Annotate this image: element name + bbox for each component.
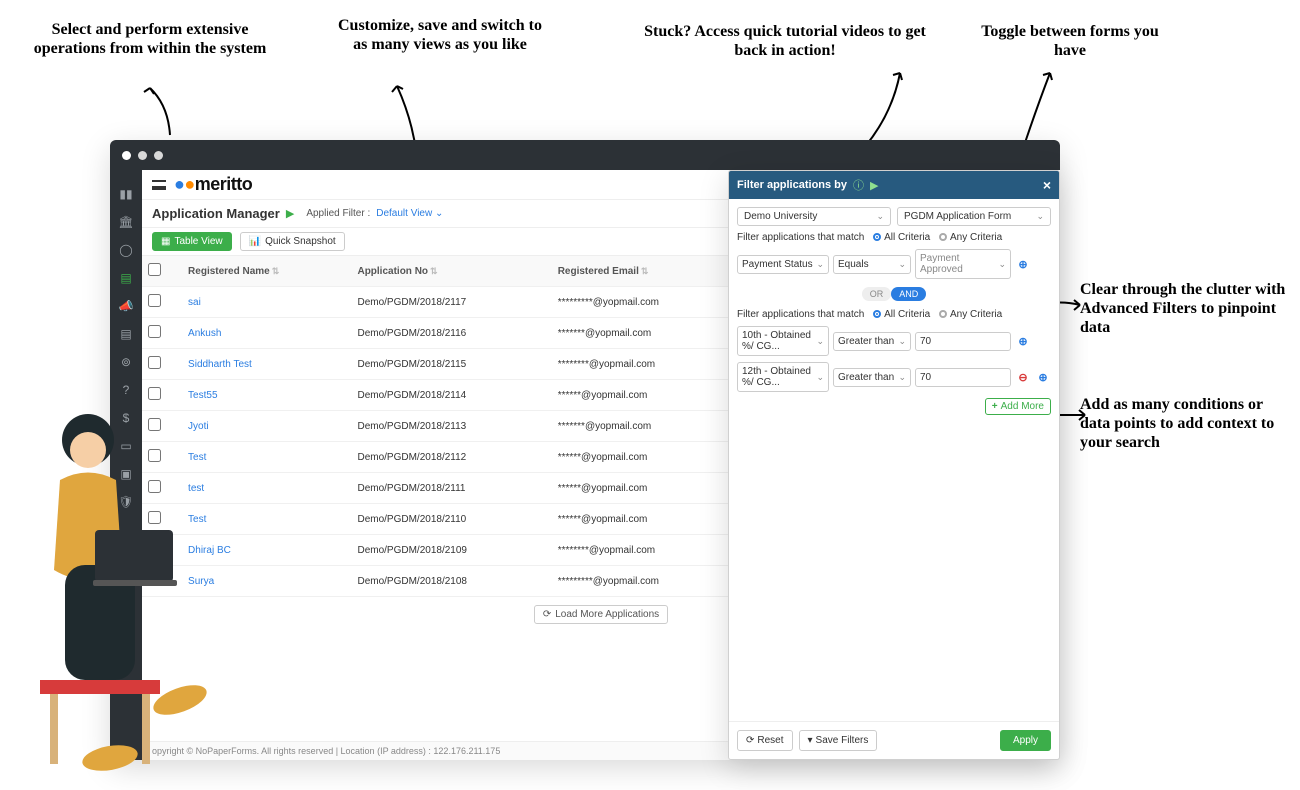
annotation-advanced-filters: Clear through the clutter with Advanced … — [1080, 280, 1290, 338]
quick-snapshot-button[interactable]: 📊 Quick Snapshot — [240, 232, 345, 251]
application-no: Demo/PGDM/2018/2113 — [351, 411, 551, 442]
window-dot — [122, 151, 131, 160]
application-no: Demo/PGDM/2018/2114 — [351, 380, 551, 411]
radio-all-criteria[interactable] — [873, 310, 881, 318]
page-title: Application Manager — [152, 206, 280, 221]
sidenav-item[interactable]: 📣 — [110, 292, 142, 320]
annotation-toggle-forms: Toggle between forms you have — [980, 22, 1160, 60]
sort-icon: ⇅ — [430, 266, 438, 276]
radio-all-criteria[interactable] — [873, 233, 881, 241]
row-checkbox[interactable] — [148, 325, 161, 338]
sidenav-item[interactable]: ◯ — [110, 236, 142, 264]
view-dropdown[interactable]: Default View ⌄ — [376, 208, 443, 219]
application-no: Demo/PGDM/2018/2112 — [351, 442, 551, 473]
or-pill[interactable]: OR — [862, 287, 892, 301]
form-select[interactable]: PGDM Application Form⌄ — [897, 207, 1051, 226]
window-titlebar — [110, 140, 1060, 170]
apply-button[interactable]: Apply — [1000, 730, 1051, 751]
window-dot — [138, 151, 147, 160]
value-select[interactable]: Payment Approved⌄ — [915, 249, 1011, 279]
value-input[interactable]: 70 — [915, 332, 1011, 351]
operator-select[interactable]: Greater than⌄ — [833, 368, 911, 387]
application-no: Demo/PGDM/2018/2109 — [351, 535, 551, 566]
applicant-name-link[interactable]: Ankush — [188, 328, 221, 339]
filter-panel-title: Filter applications by — [737, 179, 847, 191]
field-select[interactable]: Payment Status⌄ — [737, 255, 829, 274]
operator-select[interactable]: Greater than⌄ — [833, 332, 911, 351]
row-checkbox[interactable] — [148, 294, 161, 307]
match-criteria-row: Filter applications that match All Crite… — [737, 309, 1051, 320]
save-filters-button[interactable]: ▾ Save Filters — [799, 730, 878, 751]
value-input[interactable]: 70 — [915, 368, 1011, 387]
sidenav-item[interactable]: ▤ — [110, 264, 142, 292]
annotation-views: Customize, save and switch to as many vi… — [330, 16, 550, 54]
tutorial-play-icon[interactable]: ▶ — [286, 207, 294, 220]
radio-any-criteria[interactable] — [939, 233, 947, 241]
tutorial-play-icon[interactable]: ▶ — [870, 179, 878, 192]
filter-condition-row: 10th - Obtained %/ CG...⌄ Greater than⌄ … — [737, 326, 1051, 356]
field-select[interactable]: 12th - Obtained %/ CG...⌄ — [737, 362, 829, 392]
row-checkbox[interactable] — [148, 356, 161, 369]
filter-condition-row: 12th - Obtained %/ CG...⌄ Greater than⌄ … — [737, 362, 1051, 392]
filter-panel-header: Filter applications by ⓘ ▶ × — [729, 171, 1059, 199]
sidenav-item[interactable]: 🏛 — [110, 208, 142, 236]
sidenav-item[interactable]: ▮▮ — [110, 180, 142, 208]
col-name[interactable]: Registered Name⇅ — [182, 256, 351, 287]
table-view-button[interactable]: ▦ Table View — [152, 232, 232, 251]
match-criteria-row: Filter applications that match All Crite… — [737, 232, 1051, 243]
select-all-checkbox[interactable] — [148, 263, 161, 276]
chevron-down-icon: ⌄ — [1036, 211, 1044, 222]
help-icon[interactable]: ⓘ — [853, 177, 864, 193]
application-no: Demo/PGDM/2018/2108 — [351, 566, 551, 597]
close-icon[interactable]: × — [1043, 177, 1051, 193]
and-pill[interactable]: AND — [891, 287, 926, 301]
university-select[interactable]: Demo University⌄ — [737, 207, 891, 226]
sidenav-item[interactable]: ▤ — [110, 320, 142, 348]
applicant-name-link[interactable]: Siddharth Test — [188, 359, 252, 370]
and-or-toggle[interactable]: OR AND — [737, 287, 1051, 301]
illustration-person-laptop — [10, 380, 240, 780]
sort-icon: ⇅ — [641, 266, 649, 276]
applicant-name-link[interactable]: sai — [188, 297, 201, 308]
hamburger-icon[interactable] — [152, 180, 166, 190]
reset-button[interactable]: ⟳ Reset — [737, 730, 793, 751]
annotation-add-conditions: Add as many conditions or data points to… — [1080, 395, 1290, 453]
sidenav-item[interactable]: ⊚ — [110, 348, 142, 376]
filter-condition-row: Payment Status⌄ Equals⌄ Payment Approved… — [737, 249, 1051, 279]
add-condition-icon[interactable]: ⊕ — [1035, 369, 1051, 385]
sort-icon: ⇅ — [272, 266, 280, 276]
radio-any-criteria[interactable] — [939, 310, 947, 318]
remove-condition-icon[interactable]: ⊖ — [1015, 369, 1031, 385]
load-more-button[interactable]: ⟳ Load More Applications — [534, 605, 668, 624]
operator-select[interactable]: Equals⌄ — [833, 255, 911, 274]
add-condition-icon[interactable]: ⊕ — [1015, 333, 1031, 349]
chevron-down-icon: ⌄ — [435, 208, 443, 219]
window-dot — [154, 151, 163, 160]
col-appno[interactable]: Application No⇅ — [351, 256, 551, 287]
filter-panel-footer: ⟳ Reset ▾ Save Filters Apply — [729, 721, 1059, 759]
filter-panel: Filter applications by ⓘ ▶ × Demo Univer… — [728, 170, 1060, 760]
applied-filter-label: Applied Filter : — [306, 208, 370, 219]
logo: ●●meritto — [174, 174, 252, 195]
application-no: Demo/PGDM/2018/2116 — [351, 318, 551, 349]
add-more-button[interactable]: +Add More — [985, 398, 1051, 415]
annotation-tutorials: Stuck? Access quick tutorial videos to g… — [640, 22, 930, 60]
add-condition-icon[interactable]: ⊕ — [1015, 256, 1031, 272]
chevron-down-icon: ⌄ — [876, 211, 884, 222]
field-select[interactable]: 10th - Obtained %/ CG...⌄ — [737, 326, 829, 356]
annotation-extensive-ops: Select and perform extensive operations … — [20, 20, 280, 58]
application-no: Demo/PGDM/2018/2110 — [351, 504, 551, 535]
application-no: Demo/PGDM/2018/2115 — [351, 349, 551, 380]
application-no: Demo/PGDM/2018/2117 — [351, 287, 551, 318]
application-no: Demo/PGDM/2018/2111 — [351, 473, 551, 504]
